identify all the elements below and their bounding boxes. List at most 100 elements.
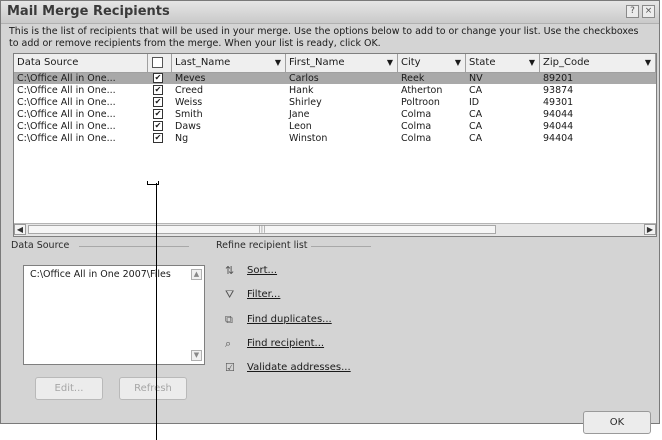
cell-state: CA [469, 133, 483, 144]
include-checkbox[interactable]: ✔ [153, 85, 163, 95]
cell-first-name: Winston [289, 133, 328, 144]
horizontal-scrollbar[interactable]: ◀ ||| ▶ [14, 223, 656, 236]
column-header-label: Last_Name [175, 57, 231, 68]
recipients-table: Data Source Last_Name ▼ First_Name ▼ Cit… [13, 53, 657, 237]
table-header: Data Source Last_Name ▼ First_Name ▼ Cit… [14, 54, 656, 73]
sort-label[interactable]: Sort... [247, 264, 277, 278]
include-checkbox[interactable]: ✔ [153, 73, 163, 83]
find-recipient-label[interactable]: Find recipient... [247, 337, 324, 351]
chevron-down-icon[interactable]: ▼ [529, 54, 535, 72]
cell-city: Poltroon [401, 97, 440, 108]
cell-zip-code: 93874 [543, 85, 574, 96]
column-header-first-name[interactable]: First_Name ▼ [286, 54, 398, 72]
cell-last-name: Meves [175, 73, 206, 84]
sort-icon: ⇅ [225, 264, 235, 277]
cell-data-source: C:\Office All in One... [17, 121, 116, 132]
dialog-title: Mail Merge Recipients [7, 4, 170, 19]
cell-state: CA [469, 85, 483, 96]
cell-city: Colma [401, 133, 432, 144]
ok-button[interactable]: OK [583, 411, 651, 434]
chevron-down-icon[interactable]: ▼ [275, 54, 281, 72]
chevron-down-icon[interactable]: ▼ [645, 54, 651, 72]
cell-city: Colma [401, 121, 432, 132]
instructions-text: This is the list of recipients that will… [9, 26, 639, 49]
column-header-data-source[interactable]: Data Source [14, 54, 148, 72]
validate-addresses-label[interactable]: Validate addresses... [247, 361, 351, 375]
cell-zip-code: 94044 [543, 109, 574, 120]
column-header-state[interactable]: State ▼ [466, 54, 540, 72]
cell-state: ID [469, 97, 480, 108]
cell-data-source: C:\Office All in One... [17, 85, 116, 96]
column-header-zip-code[interactable]: Zip_Code ▼ [540, 54, 656, 72]
column-header-city[interactable]: City ▼ [398, 54, 466, 72]
column-header-label: Data Source [17, 57, 79, 68]
refresh-button[interactable]: Refresh [119, 377, 187, 400]
cell-zip-code: 89201 [543, 73, 574, 84]
chevron-down-icon[interactable]: ▼ [387, 54, 393, 72]
validate-addresses-icon: ☑ [225, 361, 235, 374]
cell-state: NV [469, 73, 483, 84]
cell-data-source: C:\Office All in One... [17, 109, 116, 120]
cell-first-name: Carlos [289, 73, 319, 84]
cell-zip-code: 94044 [543, 121, 574, 132]
column-header-label: City [401, 57, 421, 68]
cell-zip-code: 49301 [543, 97, 574, 108]
column-header-label: First_Name [289, 57, 345, 68]
cell-state: CA [469, 109, 483, 120]
cell-zip-code: 94404 [543, 133, 574, 144]
edit-button[interactable]: Edit... [35, 377, 103, 400]
include-checkbox[interactable]: ✔ [153, 109, 163, 119]
callout-line [156, 183, 157, 440]
cell-city: Colma [401, 109, 432, 120]
group-divider [311, 246, 371, 247]
include-checkbox[interactable]: ✔ [153, 133, 163, 143]
cell-state: CA [469, 121, 483, 132]
title-bar: Mail Merge Recipients ? × [1, 1, 659, 24]
include-checkbox[interactable]: ✔ [153, 121, 163, 131]
data-source-item[interactable]: C:\Office All in One 2007\Files [30, 269, 171, 280]
close-button[interactable]: × [642, 5, 655, 18]
find-duplicates-label[interactable]: Find duplicates... [247, 313, 332, 327]
cell-last-name: Creed [175, 85, 204, 96]
chevron-down-icon[interactable]: ▼ [455, 54, 461, 72]
table-row[interactable]: C:\Office All in One... ✔ Weiss Shirley … [14, 97, 656, 108]
cell-data-source: C:\Office All in One... [17, 133, 116, 144]
table-row[interactable]: C:\Office All in One... ✔ Smith Jane Col… [14, 109, 656, 120]
scroll-left-icon[interactable]: ◀ [14, 224, 26, 235]
table-row[interactable]: C:\Office All in One... ✔ Ng Winston Col… [14, 133, 656, 144]
cell-last-name: Ng [175, 133, 189, 144]
cell-last-name: Daws [175, 121, 201, 132]
table-row[interactable]: C:\Office All in One... ✔ Daws Leon Colm… [14, 121, 656, 132]
help-button[interactable]: ? [626, 5, 639, 18]
cell-city: Reek [401, 73, 425, 84]
group-divider [79, 246, 189, 247]
include-checkbox[interactable]: ✔ [153, 97, 163, 107]
cell-data-source: C:\Office All in One... [17, 97, 116, 108]
cell-city: Atherton [401, 85, 443, 96]
cell-first-name: Leon [289, 121, 312, 132]
scroll-up-icon[interactable]: ▲ [191, 269, 202, 280]
refine-group-label: Refine recipient list [216, 240, 308, 251]
callout-bracket [147, 181, 159, 185]
find-recipient-icon: ⌕ [225, 337, 232, 350]
select-all-checkbox[interactable] [152, 57, 163, 68]
cell-data-source: C:\Office All in One... [17, 73, 116, 84]
column-header-label: State [469, 57, 496, 68]
mail-merge-recipients-dialog: Mail Merge Recipients ? × This is the li… [0, 0, 660, 434]
table-row[interactable]: C:\Office All in One... ✔ Creed Hank Ath… [14, 85, 656, 96]
scroll-down-icon[interactable]: ▼ [191, 350, 202, 361]
cell-last-name: Weiss [175, 97, 203, 108]
find-duplicates-icon: ⧉ [225, 313, 233, 326]
table-row[interactable]: C:\Office All in One... ✔ Meves Carlos R… [14, 73, 656, 84]
cell-last-name: Smith [175, 109, 203, 120]
filter-icon: ⛛ [225, 288, 235, 301]
scroll-right-icon[interactable]: ▶ [644, 224, 656, 235]
data-source-group-label: Data Source [11, 240, 70, 251]
column-header-last-name[interactable]: Last_Name ▼ [172, 54, 286, 72]
cell-first-name: Hank [289, 85, 314, 96]
column-header-checkbox[interactable] [148, 54, 172, 72]
scrollbar-thumb[interactable]: ||| [28, 225, 496, 234]
filter-label[interactable]: Filter... [247, 288, 280, 302]
column-header-label: Zip_Code [543, 57, 590, 68]
data-source-list[interactable]: C:\Office All in One 2007\Files ▲ ▼ [23, 265, 205, 365]
